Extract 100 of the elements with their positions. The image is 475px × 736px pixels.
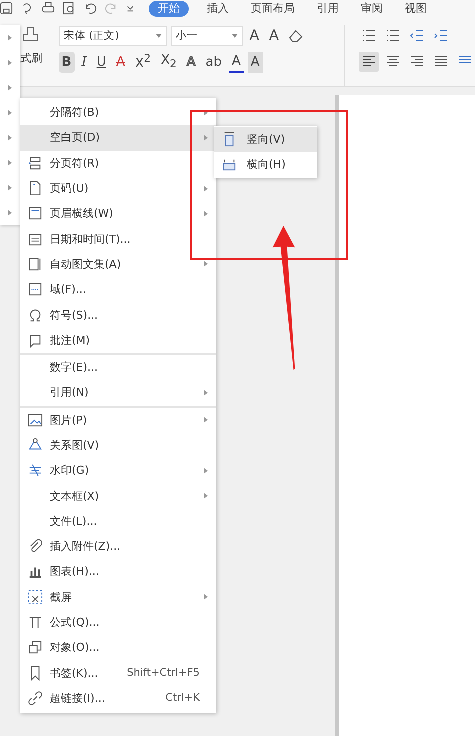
menu-item-label: 符号(S)... xyxy=(50,308,98,323)
dropdown-caret-icon xyxy=(156,34,162,38)
save-icon[interactable] xyxy=(0,2,13,15)
caret-icon xyxy=(8,134,12,140)
preview-icon[interactable] xyxy=(63,2,76,15)
ribbon-tab[interactable]: 引用 xyxy=(313,0,343,16)
menu-item-label: 关系图(V) xyxy=(50,438,100,453)
submenu-caret-icon xyxy=(204,493,208,500)
menu-item-label: 图片(P) xyxy=(50,412,88,428)
note-icon xyxy=(28,332,42,348)
menu-item-label: 引用(N) xyxy=(50,385,89,400)
menu-item-label: 水印(G) xyxy=(50,463,90,478)
menu-item[interactable]: 公式(Q)... xyxy=(20,610,216,636)
submenu-item[interactable]: 横向(H) xyxy=(214,152,317,177)
ribbon-tab[interactable]: 视图 xyxy=(401,0,431,16)
calendar-icon xyxy=(28,232,42,247)
format-painter-label[interactable]: 式刷 xyxy=(20,51,42,66)
subscript-button[interactable]: X$_{2}$ xyxy=(158,52,180,72)
menu-item[interactable]: 页码(U) xyxy=(20,176,216,202)
submenu-caret-icon xyxy=(204,261,208,268)
menu-item[interactable]: 日期和时间(T)... xyxy=(20,226,216,252)
submenu-item[interactable]: 竖向(V) xyxy=(214,127,317,152)
menu-item-label: 书签(K)... xyxy=(50,666,98,681)
caret-icon xyxy=(8,34,12,40)
shortcut-label: Ctrl+K xyxy=(166,692,200,704)
image-icon xyxy=(28,412,42,428)
caret-icon xyxy=(8,160,12,166)
menu-item[interactable]: 批注(M) xyxy=(20,328,216,353)
char-shading-button[interactable]: A xyxy=(248,52,263,72)
strikethrough-button[interactable]: A xyxy=(113,52,128,72)
undo-icon[interactable] xyxy=(84,2,97,15)
menu-item-label: 插入附件(Z)... xyxy=(50,539,121,554)
submenu-caret-icon xyxy=(204,390,208,396)
font-size-field[interactable]: 小一 xyxy=(170,26,243,46)
menu-item-label: 对象(O)... xyxy=(50,640,100,656)
submenu-caret-icon xyxy=(204,134,208,141)
page-icon xyxy=(28,181,42,196)
align-left-icon[interactable] xyxy=(359,52,379,72)
caret-icon xyxy=(8,84,12,90)
menu-item-label: 批注(M) xyxy=(50,332,90,348)
menu-item[interactable]: 截屏 xyxy=(20,584,216,610)
menu-item[interactable]: 对象(O)... xyxy=(20,635,216,661)
dropdown-icon[interactable] xyxy=(126,4,135,13)
bold-button[interactable]: B xyxy=(58,52,75,72)
text-effect-button[interactable]: A xyxy=(184,52,199,72)
menu-item[interactable]: 书签(K)... Shift+Ctrl+F5 xyxy=(20,660,216,686)
shortcut-label: Shift+Ctrl+F5 xyxy=(127,667,200,680)
menu-item-label: 截屏 xyxy=(50,590,72,605)
menu-item[interactable]: 文件(L)... xyxy=(20,508,216,534)
submenu-caret-icon xyxy=(204,110,208,116)
font-name-field[interactable]: 宋体 (正文) xyxy=(58,26,167,46)
portrait-page-icon xyxy=(222,132,237,147)
highlight-button[interactable]: ab xyxy=(202,52,225,72)
submenu-caret-icon xyxy=(204,594,208,600)
submenu-caret-icon xyxy=(204,468,208,474)
menu-item[interactable]: 插入附件(Z)... xyxy=(20,534,216,560)
menu-item-label: 空白页(D) xyxy=(50,130,100,146)
caret-icon xyxy=(8,110,12,116)
menu-item[interactable]: 页眉横线(W) xyxy=(20,201,216,226)
menu-item[interactable]: 图片(P) xyxy=(20,406,216,433)
menu-item[interactable]: 符号(S)... xyxy=(20,302,216,328)
submenu-caret-icon xyxy=(204,186,208,192)
submenu-caret-icon xyxy=(204,417,208,424)
menu-item[interactable]: 超链接(I)... Ctrl+K xyxy=(20,686,216,712)
document-icon xyxy=(28,256,42,272)
menu-item-label: 图表(H)... xyxy=(50,564,100,580)
menu-item[interactable]: 文本框(X) xyxy=(20,483,216,509)
ribbon-tab[interactable]: 页面布局 xyxy=(247,0,299,16)
grow-font-button[interactable]: A xyxy=(246,26,262,46)
menu-item-label: 日期和时间(T)... xyxy=(50,232,131,247)
ribbon-tab[interactable]: 插入 xyxy=(203,0,233,16)
menu-item[interactable]: 数字(E)... xyxy=(20,352,216,380)
menu-item[interactable]: 自动图文集(A) xyxy=(20,252,216,278)
italic-button[interactable]: I xyxy=(78,52,90,72)
watermark-icon xyxy=(28,463,42,478)
menu-item[interactable]: 关系图(V) xyxy=(20,432,216,458)
menu-item[interactable]: 域(F)... xyxy=(20,277,216,302)
menu-item[interactable]: 分页符(R) xyxy=(20,150,216,176)
link-icon xyxy=(28,690,42,706)
caret-icon xyxy=(8,210,12,216)
omega-icon xyxy=(28,308,42,323)
submenu-caret-icon xyxy=(204,210,208,217)
menu-item-label: 分隔符(B) xyxy=(50,105,100,120)
caret-icon xyxy=(8,60,12,66)
print-icon[interactable] xyxy=(42,2,55,15)
menu-item[interactable]: 水印(G) xyxy=(20,458,216,484)
font-color-button[interactable]: A xyxy=(228,52,244,72)
shrink-font-button[interactable]: A xyxy=(266,26,282,46)
ribbon-tab[interactable]: 开始 xyxy=(149,0,189,16)
menu-item-label: 文件(L)... xyxy=(50,514,98,529)
caret-icon xyxy=(8,184,12,190)
menu-item-label: 文本框(X) xyxy=(50,488,100,504)
dropdown-caret-icon xyxy=(232,34,238,38)
ribbon-tab[interactable]: 审阅 xyxy=(357,0,387,16)
superscript-button[interactable]: X$^{2}$ xyxy=(132,52,154,72)
menu-item[interactable]: 引用(N) xyxy=(20,380,216,406)
menu-item[interactable]: 空白页(D) xyxy=(20,125,216,151)
menu-item[interactable]: 图表(H)... xyxy=(20,559,216,585)
menu-item[interactable]: 分隔符(B) xyxy=(20,100,216,126)
underline-button[interactable]: U xyxy=(94,52,110,72)
